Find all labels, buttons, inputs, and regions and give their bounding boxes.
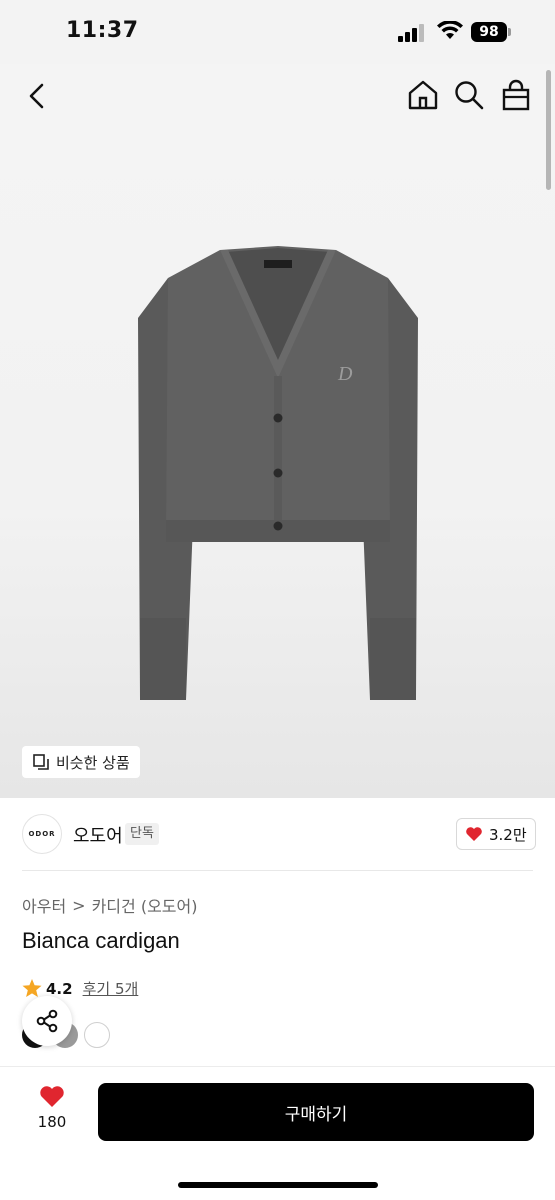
breadcrumb-category[interactable]: 아우터 [22, 893, 66, 917]
home-indicator[interactable] [178, 1182, 378, 1188]
breadcrumb-subcategory[interactable]: 카디건 (오도어) [92, 893, 198, 917]
product-title: Bianca cardigan [22, 928, 180, 953]
share-button[interactable] [22, 996, 72, 1046]
wifi-icon [437, 21, 463, 39]
similar-items-label: 비슷한 상품 [56, 753, 130, 772]
cardigan-logo: D [337, 363, 353, 385]
brand-name[interactable]: 오도어 [73, 822, 123, 848]
rating-row: 4.2 후기 5개 [22, 978, 138, 999]
scrollbar[interactable] [546, 70, 551, 190]
signal-icon [398, 24, 426, 42]
shopping-bag-icon[interactable] [500, 78, 532, 112]
similar-items-icon [33, 754, 49, 770]
status-bar: 11:37 98 [0, 0, 555, 64]
brand-row: ODOR 오도어 단독 3.2만 [0, 808, 555, 870]
breadcrumb-separator: > [72, 895, 86, 915]
similar-items-button[interactable]: 비슷한 상품 [22, 746, 140, 778]
battery-level: 98 [471, 22, 507, 42]
battery-icon: 98 [471, 22, 511, 42]
divider [22, 870, 533, 871]
home-icon[interactable] [406, 78, 440, 112]
star-icon [22, 979, 42, 997]
bottom-action-bar: 180 구매하기 [0, 1066, 555, 1200]
product-photo-cardigan: D [138, 246, 418, 700]
brand-like-count: 3.2만 [489, 825, 527, 844]
heart-icon [466, 827, 482, 841]
buy-button[interactable]: 구매하기 [98, 1083, 534, 1141]
brand-like-button[interactable]: 3.2만 [456, 818, 536, 850]
heart-icon [40, 1086, 64, 1107]
breadcrumb: 아우터 > 카디건 (오도어) [22, 893, 197, 917]
status-time: 11:37 [66, 18, 139, 43]
wishlist-count: 180 [37, 1113, 67, 1131]
wishlist-button[interactable]: 180 [22, 1085, 82, 1145]
share-icon [36, 1009, 58, 1033]
search-icon[interactable] [453, 79, 485, 111]
brand-logo[interactable]: ODOR [22, 814, 62, 854]
swatch-white[interactable] [84, 1022, 110, 1048]
rating-value: 4.2 [46, 979, 73, 998]
back-icon[interactable] [22, 80, 52, 112]
exclusive-badge: 단독 [125, 823, 159, 845]
review-link[interactable]: 후기 5개 [83, 978, 139, 999]
